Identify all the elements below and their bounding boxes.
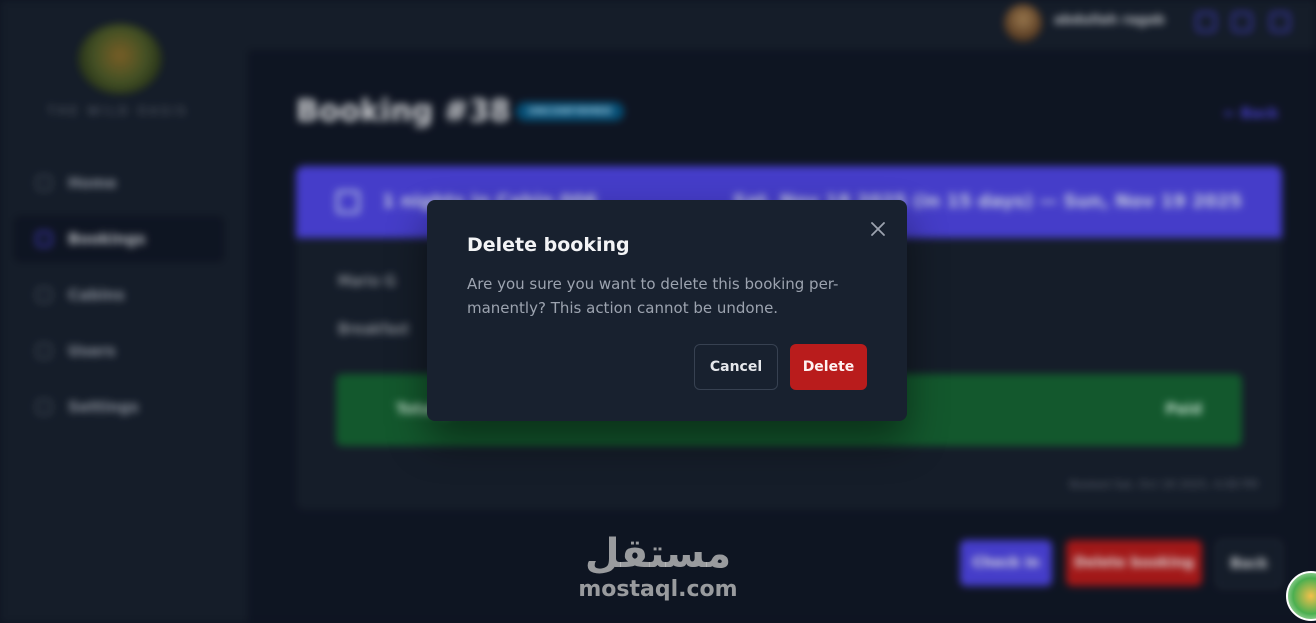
modal-title: Delete booking xyxy=(467,234,630,256)
delete-booking-modal: Delete booking Are you sure you want to … xyxy=(427,200,907,421)
watermark-arabic: مستقل xyxy=(584,531,732,577)
watermark: مستقل mostaql.com xyxy=(560,530,756,602)
delete-button[interactable]: Delete xyxy=(790,344,867,390)
close-icon[interactable] xyxy=(867,218,889,240)
cancel-button[interactable]: Cancel xyxy=(694,344,778,390)
modal-message: Are you sure you want to delete this boo… xyxy=(467,275,839,317)
watermark-latin: mostaql.com xyxy=(578,577,738,602)
